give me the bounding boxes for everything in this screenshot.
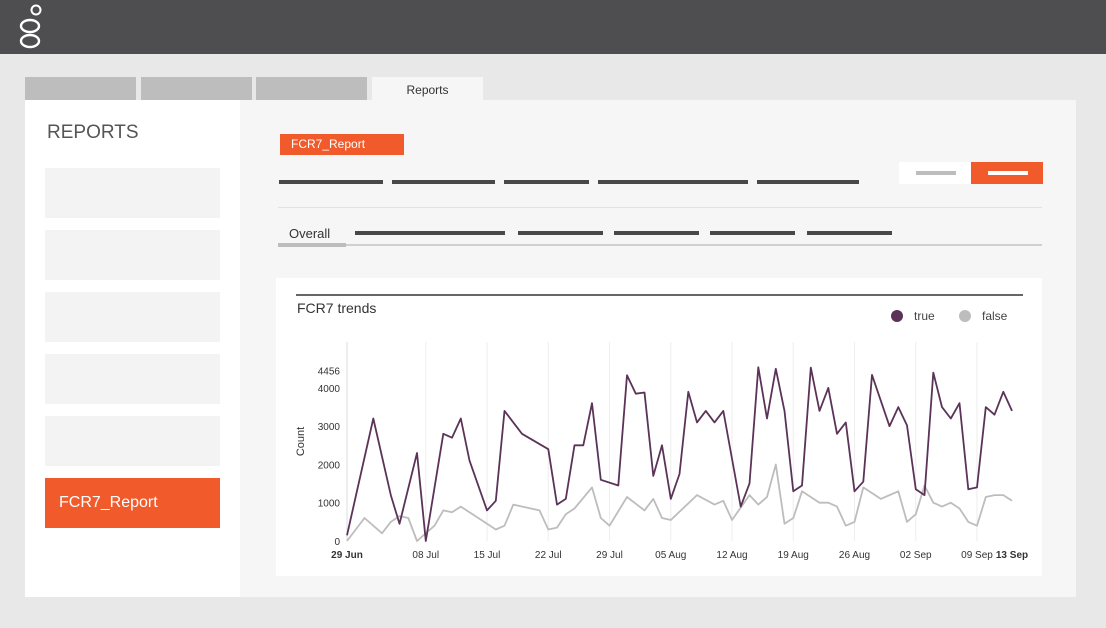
x-tick-label: 13 Sep xyxy=(996,550,1028,561)
sidebar-item-4[interactable] xyxy=(45,354,220,404)
filter-placeholder-1[interactable] xyxy=(279,180,383,184)
tab-reports-label: Reports xyxy=(406,83,449,97)
sidebar-item-2[interactable] xyxy=(45,230,220,280)
filter-placeholder-3[interactable] xyxy=(504,180,589,184)
x-tick-label: 02 Sep xyxy=(900,550,932,561)
sidebar-item-1[interactable] xyxy=(45,168,220,218)
x-tick-label: 15 Jul xyxy=(474,550,501,561)
series-line-true xyxy=(346,366,1013,542)
x-tick-label: 08 Jul xyxy=(412,550,439,561)
chart-title: FCR7 trends xyxy=(297,300,376,316)
tab-overall-underline xyxy=(278,243,346,247)
report-name-chip: FCR7_Report xyxy=(280,134,404,155)
subtab-placeholder-2[interactable] xyxy=(518,231,603,235)
subtab-placeholder-3[interactable] xyxy=(614,231,699,235)
filter-placeholder-4[interactable] xyxy=(598,180,748,184)
y-tick-label: 0 xyxy=(334,537,340,548)
filter-placeholder-2[interactable] xyxy=(392,180,495,184)
x-tick-label: 26 Aug xyxy=(839,550,870,561)
sidebar: REPORTS FCR7_Report xyxy=(25,100,240,597)
y-tick-label: 2000 xyxy=(318,460,341,471)
y-tick-label: 3000 xyxy=(318,422,341,433)
x-tick-label: 12 Aug xyxy=(716,550,747,561)
primary-button[interactable] xyxy=(971,162,1043,184)
subtab-baseline xyxy=(278,244,1042,246)
x-tick-label: 05 Aug xyxy=(655,550,686,561)
tab-1[interactable] xyxy=(25,77,136,100)
sidebar-item-fcr7-report[interactable]: FCR7_Report xyxy=(45,478,220,528)
tab-2[interactable] xyxy=(141,77,252,100)
legend-label-true: true xyxy=(914,309,935,323)
y-tick-label: 4000 xyxy=(318,384,341,395)
subtab-placeholder-1[interactable] xyxy=(355,231,505,235)
tab-overall[interactable]: Overall xyxy=(289,226,330,241)
tab-3[interactable] xyxy=(256,77,367,100)
legend-marker-false xyxy=(959,310,971,322)
sidebar-item-5[interactable] xyxy=(45,416,220,466)
primary-button-label-placeholder xyxy=(988,171,1028,175)
genesys-logo-icon[interactable] xyxy=(14,4,44,50)
legend-marker-true xyxy=(891,310,903,322)
subtab-placeholder-4[interactable] xyxy=(710,231,795,235)
subtab-placeholder-5[interactable] xyxy=(807,231,892,235)
x-tick-label: 29 Jul xyxy=(596,550,623,561)
chart-card: FCR7 trends true false 0 1000 2000 3000 4000 445… xyxy=(276,278,1042,576)
secondary-button-label-placeholder xyxy=(916,171,956,175)
legend-label-false: false xyxy=(982,309,1008,323)
x-tick-label: 19 Aug xyxy=(778,550,809,561)
y-tick-label: 1000 xyxy=(318,499,341,510)
top-bar xyxy=(0,0,1106,54)
tab-reports[interactable]: Reports xyxy=(372,77,483,100)
secondary-button[interactable] xyxy=(899,162,971,184)
y-tick-label: 4456 xyxy=(318,366,341,377)
sidebar-title: REPORTS xyxy=(47,122,139,143)
section-divider xyxy=(278,207,1042,208)
x-tick-label: 29 Jun xyxy=(331,550,363,561)
sidebar-item-3[interactable] xyxy=(45,292,220,342)
filter-placeholder-5[interactable] xyxy=(757,180,859,184)
y-axis-label: Count xyxy=(295,427,307,456)
fcr7-trends-chart: FCR7 trends true false 0 1000 2000 3000 4000 445… xyxy=(295,294,1028,561)
x-tick-label: 22 Jul xyxy=(535,550,562,561)
x-tick-label: 09 Sep xyxy=(961,550,993,561)
sidebar-item-label: FCR7_Report xyxy=(59,494,158,511)
